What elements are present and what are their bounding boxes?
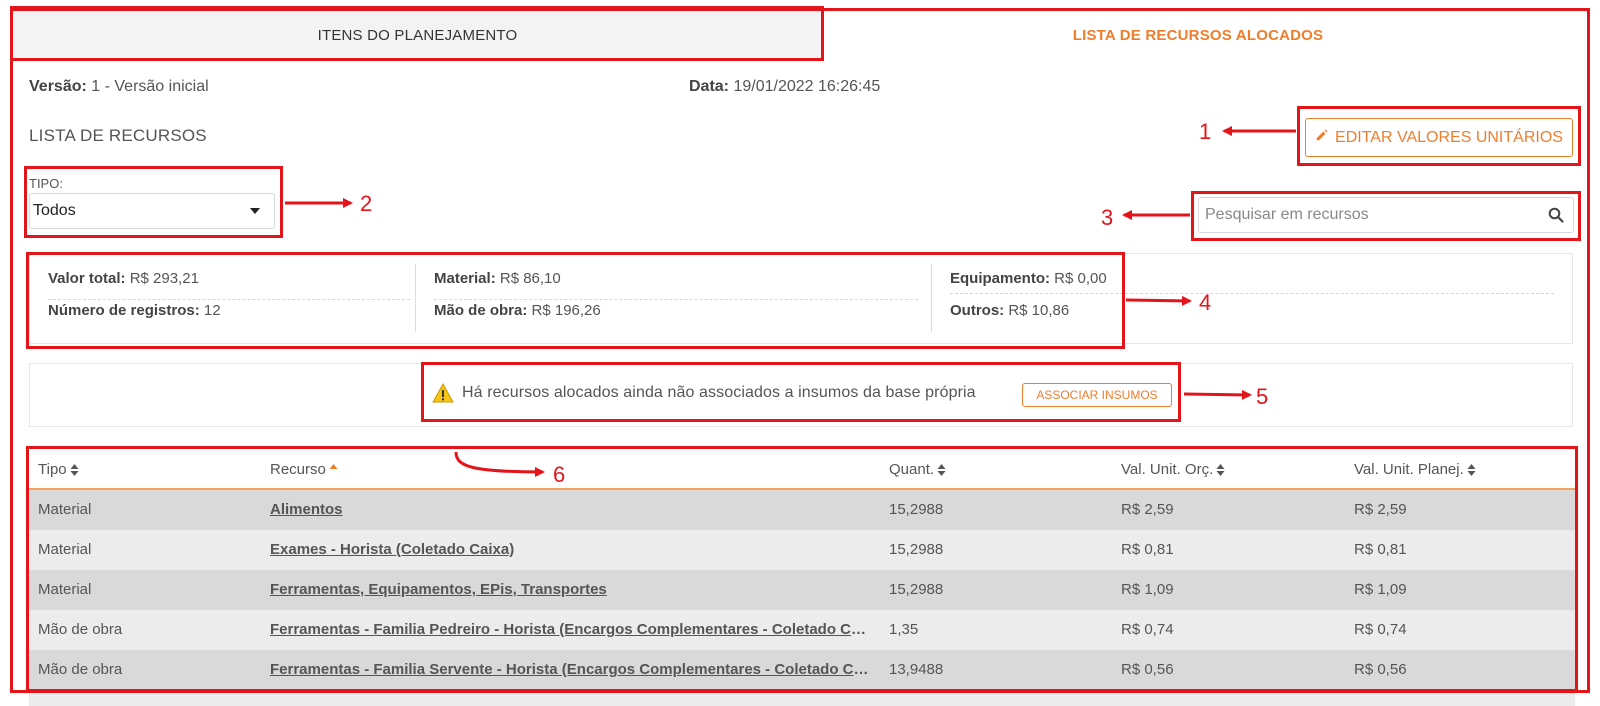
arrow-5 (1183, 389, 1252, 400)
annotation-number-1: 1 (1199, 119, 1212, 144)
annotation-number-4: 4 (1199, 290, 1212, 315)
annotation-arrows (285, 126, 1296, 477)
annotation-number-5: 5 (1256, 384, 1269, 409)
arrow-6 (454, 451, 545, 477)
annotation-number-2: 2 (360, 191, 373, 216)
annotation-number-6: 6 (553, 462, 566, 487)
arrow-4 (1125, 295, 1192, 306)
annotation-number-3: 3 (1101, 205, 1114, 230)
